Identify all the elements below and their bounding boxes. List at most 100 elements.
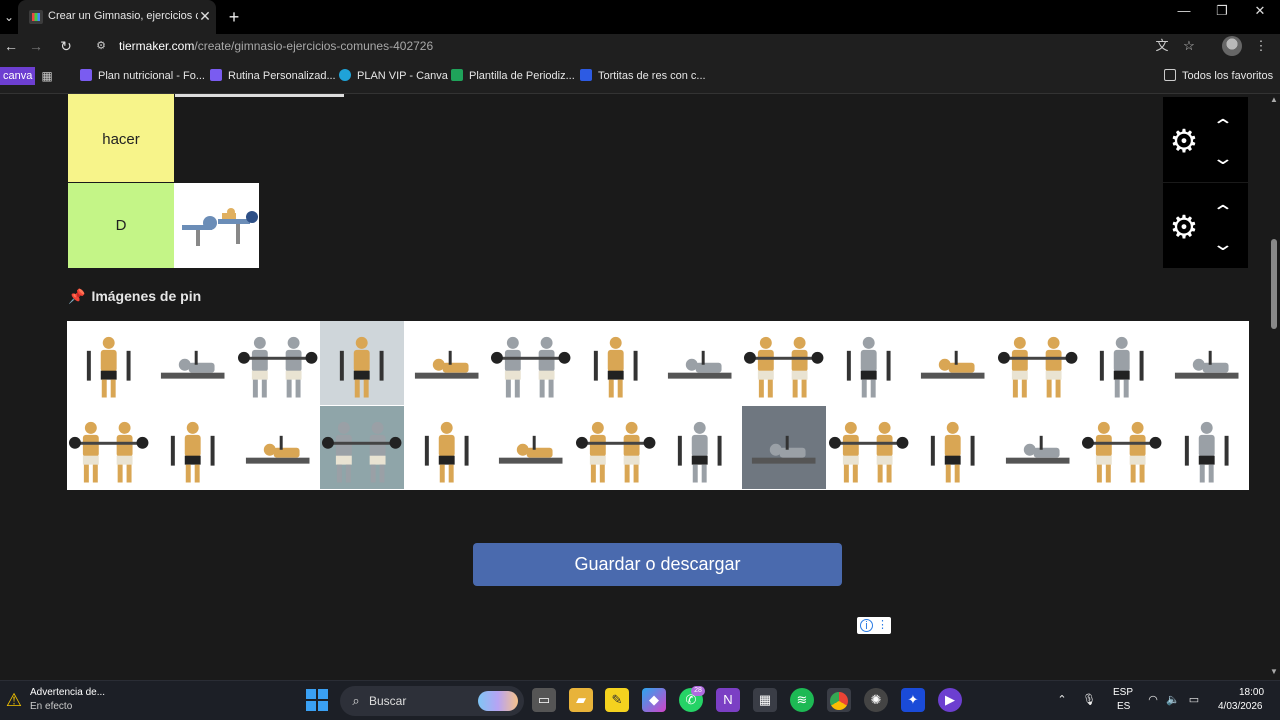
tab-close-icon[interactable]: ✕: [198, 9, 212, 23]
pushpin-icon: 📌: [68, 288, 86, 304]
exercise-image[interactable]: [742, 321, 826, 405]
info-icon[interactable]: i: [860, 619, 873, 632]
chevron-up-icon[interactable]: ⌃: [1202, 115, 1244, 137]
exercise-image[interactable]: [911, 405, 995, 489]
exercise-image[interactable]: [320, 405, 404, 489]
exercise-image[interactable]: [658, 405, 742, 489]
ad-choices-badge[interactable]: i ⋮: [857, 617, 891, 634]
exercise-image[interactable]: [573, 321, 657, 405]
browser-tab-active[interactable]: Crear un Gimnasio, ejercicios comunes ✕: [18, 0, 216, 34]
bookmark-star-icon[interactable]: ☆: [1181, 38, 1197, 54]
apps-grid-icon[interactable]: ▦: [40, 69, 54, 83]
input-layout[interactable]: ES: [1117, 701, 1130, 712]
canva-bookmark[interactable]: canva: [0, 67, 36, 85]
onenote-icon[interactable]: N: [716, 688, 740, 712]
exercise-image[interactable]: [1080, 405, 1164, 489]
minimize-button[interactable]: —: [1165, 0, 1203, 34]
maximize-button[interactable]: ❐: [1203, 0, 1241, 34]
exercise-image[interactable]: [235, 405, 320, 489]
exercise-image[interactable]: [1080, 321, 1164, 405]
new-tab-button[interactable]: +: [226, 5, 242, 29]
clock-time[interactable]: 18:00: [1239, 687, 1264, 698]
chevron-down-icon[interactable]: ⌄: [1202, 233, 1244, 255]
exercise-image[interactable]: [489, 405, 573, 489]
task-view-icon[interactable]: ▭: [532, 688, 556, 712]
address-bar[interactable]: ⚙ tiermaker.com/create/gimnasio-ejercici…: [88, 34, 1213, 58]
bookmark-rutina-personalizada[interactable]: Rutina Personalizad...: [210, 69, 336, 85]
scroll-down-arrow-icon[interactable]: ▼: [1270, 668, 1278, 676]
url-text[interactable]: tiermaker.com/create/gimnasio-ejercicios…: [119, 39, 433, 55]
exercise-image[interactable]: [489, 321, 573, 405]
exercise-image[interactable]: [151, 321, 235, 405]
exercise-image[interactable]: [742, 405, 826, 489]
gear-icon[interactable]: ⚙: [1167, 210, 1201, 244]
battery-icon[interactable]: ▭: [1187, 693, 1201, 707]
file-explorer-icon[interactable]: ▰: [569, 688, 593, 712]
exercise-image[interactable]: [995, 321, 1080, 405]
folder-icon: [1164, 69, 1176, 81]
exercise-image[interactable]: [151, 405, 235, 489]
chatgpt-icon[interactable]: ✺: [864, 688, 888, 712]
chevron-up-icon[interactable]: ⌃: [1202, 201, 1244, 223]
all-bookmarks-folder[interactable]: Todos los favoritos: [1164, 69, 1273, 85]
tray-chevron-up-icon[interactable]: ⌃: [1055, 693, 1069, 707]
more-options-icon[interactable]: ⋮: [876, 619, 889, 632]
exercise-image[interactable]: [995, 405, 1080, 489]
exercise-image[interactable]: [911, 321, 995, 405]
gear-icon[interactable]: ⚙: [1167, 124, 1201, 158]
profile-avatar[interactable]: [1222, 36, 1242, 56]
bookmark-plan-nutricional[interactable]: Plan nutricional - Fo...: [80, 69, 205, 85]
copilot-icon[interactable]: ◆: [642, 688, 666, 712]
exercise-image-leg-press[interactable]: [174, 183, 259, 268]
exercise-image[interactable]: [67, 321, 151, 405]
bookmark-plantilla-periodizacion[interactable]: Plantilla de Periodiz...: [451, 69, 575, 85]
sticky-notes-icon[interactable]: ✎: [605, 688, 629, 712]
bookmark-tortitas-de-res[interactable]: Tortitas de res con c...: [580, 69, 706, 85]
exercise-image[interactable]: [1164, 405, 1248, 489]
exercise-image[interactable]: [404, 405, 489, 489]
tab-list-button[interactable]: ⌄: [0, 0, 18, 34]
forward-button[interactable]: →: [25, 34, 47, 58]
calculator-icon[interactable]: ▦: [753, 688, 777, 712]
close-window-button[interactable]: ✕: [1241, 0, 1279, 34]
exercise-image[interactable]: [235, 321, 320, 405]
exercise-image[interactable]: [826, 405, 911, 489]
bookmark-plan-vip-canva[interactable]: PLAN VIP - Canva: [339, 69, 448, 85]
media-player-icon[interactable]: ▶: [938, 688, 962, 712]
microphone-icon[interactable]: 🎙: [1082, 693, 1096, 707]
input-language[interactable]: ESP: [1113, 687, 1133, 698]
clock-date[interactable]: 4/03/2026: [1218, 701, 1263, 712]
back-button[interactable]: ←: [0, 34, 22, 58]
volume-icon[interactable]: 🔈: [1166, 693, 1180, 707]
exercise-image[interactable]: [404, 321, 489, 405]
chrome-icon[interactable]: [827, 688, 851, 712]
exercise-image[interactable]: [67, 405, 151, 489]
spotify-icon[interactable]: ≋: [790, 688, 814, 712]
save-or-download-button[interactable]: Guardar o descargar: [473, 543, 842, 586]
tier-drop-zone[interactable]: [174, 183, 1163, 268]
exercise-image[interactable]: [658, 321, 742, 405]
exercise-image[interactable]: [1164, 321, 1248, 405]
unranked-images-pool[interactable]: [67, 321, 1249, 490]
taskbar-search-box[interactable]: ⌕ Buscar: [340, 686, 524, 716]
scroll-thumb[interactable]: [1271, 239, 1277, 329]
page-scrollbar[interactable]: ▲ ▼: [1268, 94, 1280, 680]
browser-menu-icon[interactable]: ⋮: [1253, 38, 1269, 54]
chevron-down-icon[interactable]: ⌄: [1202, 147, 1244, 169]
reload-button[interactable]: ↻: [55, 34, 77, 58]
app-launcher-icon[interactable]: ✦: [901, 688, 925, 712]
tier-label[interactable]: hacer: [68, 97, 174, 182]
translate-icon[interactable]: 文: [1154, 38, 1170, 54]
scroll-up-arrow-icon[interactable]: ▲: [1270, 96, 1278, 104]
wifi-icon[interactable]: ◠: [1146, 693, 1160, 707]
exercise-image[interactable]: [573, 405, 657, 489]
warning-icon[interactable]: ⚠: [4, 690, 24, 710]
weather-alert-title[interactable]: Advertencia de...: [30, 687, 105, 698]
tier-controls: ⚙ ⌃ ⌄: [1163, 183, 1248, 268]
tier-label[interactable]: D: [68, 183, 174, 268]
tier-drop-zone[interactable]: [174, 97, 1163, 182]
exercise-image[interactable]: [826, 321, 911, 405]
exercise-image[interactable]: [320, 321, 404, 405]
site-info-icon[interactable]: ⚙: [94, 39, 108, 53]
windows-start-icon[interactable]: [306, 689, 328, 711]
